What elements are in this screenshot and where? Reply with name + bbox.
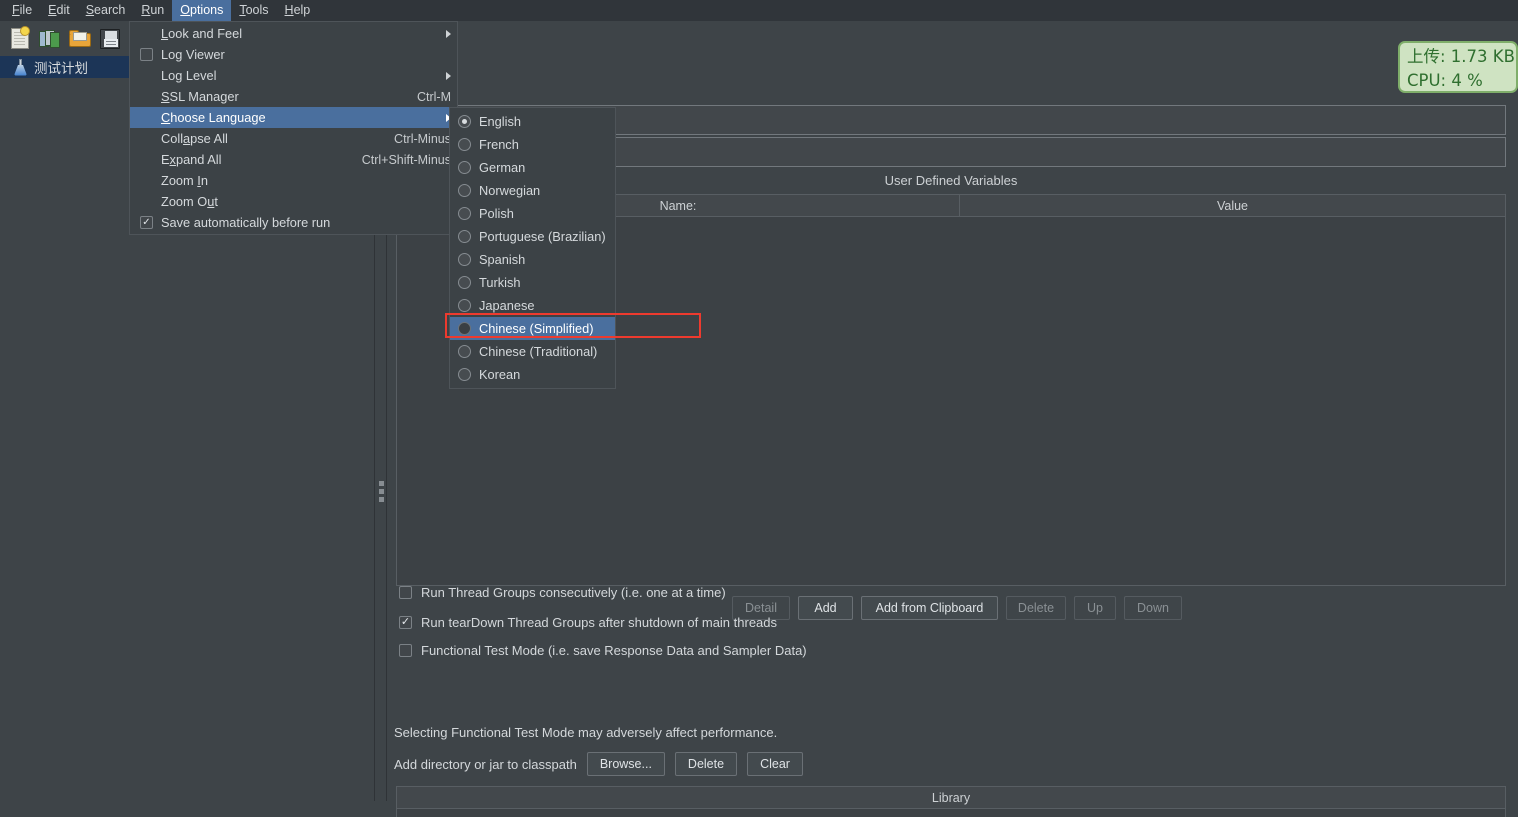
expand-all-accelerator: Ctrl+Shift-Minus	[361, 152, 451, 167]
language-option-german[interactable]: German	[450, 156, 615, 179]
classpath-label: Add directory or jar to classpath	[394, 756, 577, 772]
radio-icon[interactable]	[458, 253, 471, 266]
menu-tools[interactable]: Tools	[231, 0, 276, 21]
radio-icon[interactable]	[458, 184, 471, 197]
menu-item-expand-all[interactable]: Expand All Ctrl+Shift-Minus	[130, 149, 457, 170]
language-option-japanese[interactable]: Japanese	[450, 294, 615, 317]
menu-item-ssl-manager[interactable]: SSL Manager Ctrl-M	[130, 86, 457, 107]
language-option-polish[interactable]: Polish	[450, 202, 615, 225]
menu-item-zoom-in[interactable]: Zoom In	[130, 170, 457, 191]
down-button[interactable]: Down	[1124, 596, 1182, 620]
menu-item-log-level[interactable]: Log Level	[130, 65, 457, 86]
functional-test-note: Selecting Functional Test Mode may adver…	[394, 725, 778, 740]
chevron-right-icon	[446, 29, 451, 38]
save-automatically-checkbox[interactable]: ✓	[140, 216, 153, 229]
language-option-portuguese-brazilian[interactable]: Portuguese (Brazilian)	[450, 225, 615, 248]
tree-item-label: 测试计划	[34, 61, 88, 76]
menu-item-save-automatically[interactable]: ✓ Save automatically before run	[130, 212, 457, 233]
choose-language-submenu: English French German Norwegian Polish P…	[449, 107, 616, 389]
radio-icon[interactable]	[458, 368, 471, 381]
run-consecutively-label: Run Thread Groups consecutively (i.e. on…	[421, 585, 726, 600]
language-option-french[interactable]: French	[450, 133, 615, 156]
run-teardown-label: Run tearDown Thread Groups after shutdow…	[421, 615, 778, 630]
language-option-spanish[interactable]: Spanish	[450, 248, 615, 271]
menu-edit[interactable]: Edit	[40, 0, 78, 21]
network-cpu-status-overlay: 上传: 1.73 KB CPU: 4 %	[1398, 41, 1518, 93]
language-option-korean[interactable]: Korean	[450, 363, 615, 386]
language-option-english[interactable]: English	[450, 110, 615, 133]
new-document-icon[interactable]	[6, 25, 34, 53]
menu-search[interactable]: Search	[78, 0, 134, 21]
column-header-value[interactable]: Value	[960, 195, 1505, 216]
menu-item-look-and-feel[interactable]: Look and Feel	[130, 23, 457, 44]
menu-item-save-automatically-label: Save automatically before run	[161, 215, 331, 230]
menu-item-log-viewer[interactable]: Log Viewer	[130, 44, 457, 65]
run-teardown-row[interactable]: Run tearDown Thread Groups after shutdow…	[399, 615, 777, 630]
collapse-all-accelerator: Ctrl-Minus	[394, 131, 451, 146]
save-icon[interactable]	[96, 25, 124, 53]
radio-icon[interactable]	[458, 207, 471, 220]
library-table: Library	[396, 786, 1506, 817]
menu-bar: File Edit Search Run Options Tools Help	[0, 0, 1518, 21]
menu-file[interactable]: File	[4, 0, 40, 21]
up-button[interactable]: Up	[1074, 596, 1116, 620]
options-dropdown-menu: Look and Feel Log Viewer Log Level SSL M…	[129, 21, 458, 235]
menu-item-choose-language[interactable]: Choose Language	[130, 107, 457, 128]
language-option-norwegian[interactable]: Norwegian	[450, 179, 615, 202]
functional-test-mode-row[interactable]: Functional Test Mode (i.e. save Response…	[399, 643, 807, 658]
menu-item-zoom-out[interactable]: Zoom Out	[130, 191, 457, 212]
menu-options[interactable]: Options	[172, 0, 232, 21]
open-folder-icon[interactable]	[66, 25, 94, 53]
delete-button[interactable]: Delete	[1006, 596, 1066, 620]
radio-icon[interactable]	[458, 230, 471, 243]
classpath-delete-button[interactable]: Delete	[674, 752, 738, 776]
classpath-row: Add directory or jar to classpath Browse…	[394, 752, 803, 776]
run-consecutively-checkbox[interactable]	[399, 586, 412, 599]
menu-run[interactable]: Run	[133, 0, 172, 21]
radio-icon[interactable]	[458, 345, 471, 358]
language-option-turkish[interactable]: Turkish	[450, 271, 615, 294]
radio-icon[interactable]	[458, 276, 471, 289]
menu-item-log-level-label: Log Level	[161, 68, 217, 83]
radio-icon[interactable]	[458, 322, 471, 335]
cpu-status: CPU: 4 %	[1407, 71, 1483, 90]
upload-status: 上传: 1.73 KB	[1407, 47, 1515, 66]
language-option-chinese-traditional[interactable]: Chinese (Traditional)	[450, 340, 615, 363]
templates-icon[interactable]	[36, 25, 64, 53]
ssl-manager-accelerator: Ctrl-M	[416, 89, 451, 104]
menu-help[interactable]: Help	[277, 0, 319, 21]
library-column-header[interactable]: Library	[397, 787, 1505, 809]
add-from-clipboard-button[interactable]: Add from Clipboard	[861, 596, 998, 620]
functional-test-mode-checkbox[interactable]	[399, 644, 412, 657]
chevron-right-icon	[446, 71, 451, 80]
radio-icon[interactable]	[458, 161, 471, 174]
log-viewer-checkbox[interactable]	[140, 48, 153, 61]
menu-item-log-viewer-label: Log Viewer	[161, 47, 225, 62]
browse-button[interactable]: Browse...	[586, 752, 665, 776]
run-teardown-checkbox[interactable]	[399, 616, 412, 629]
functional-test-mode-label: Functional Test Mode (i.e. save Response…	[421, 643, 807, 658]
splitter-grip	[379, 481, 384, 505]
jmeter-window: File Edit Search Run Options Tools Help …	[0, 0, 1518, 817]
menu-item-collapse-all[interactable]: Collapse All Ctrl-Minus	[130, 128, 457, 149]
language-option-chinese-simplified[interactable]: Chinese (Simplified)	[450, 317, 615, 340]
radio-icon[interactable]	[458, 299, 471, 312]
run-consecutively-row[interactable]: Run Thread Groups consecutively (i.e. on…	[399, 585, 726, 600]
flask-icon	[14, 58, 27, 76]
radio-icon[interactable]	[458, 115, 471, 128]
classpath-clear-button[interactable]: Clear	[747, 752, 803, 776]
radio-icon[interactable]	[458, 138, 471, 151]
add-button[interactable]: Add	[798, 596, 853, 620]
